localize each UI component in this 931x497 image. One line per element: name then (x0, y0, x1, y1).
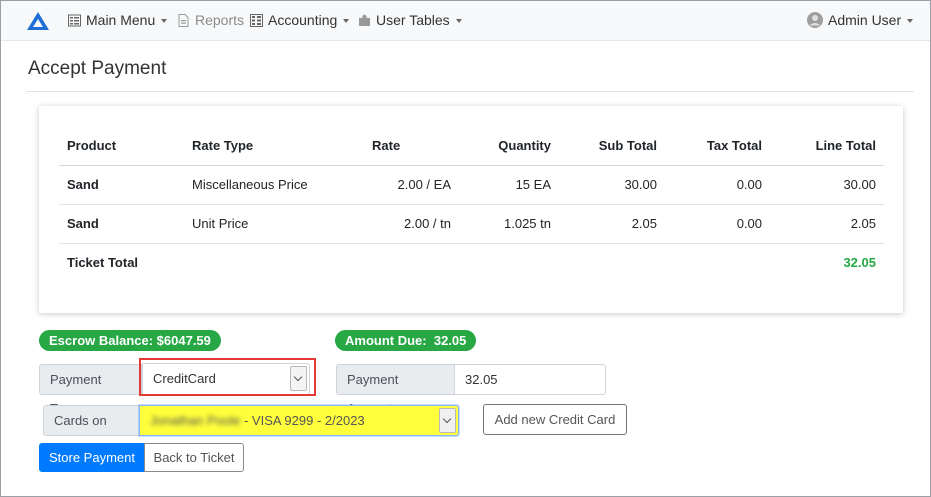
cards-on-file-addon: Cards on File (43, 405, 140, 457)
ticket-total-label: Ticket Total (59, 242, 184, 282)
escrow-balance-value: $6047.59 (156, 333, 211, 348)
main-menu-dropdown[interactable]: Main Menu (68, 12, 168, 28)
cell-line-total: 30.00 (770, 164, 884, 204)
cell-product: Sand (59, 164, 184, 204)
page-title: Accept Payment (28, 58, 167, 79)
calculator-grid-icon (250, 13, 263, 27)
table-row: Sand Unit Price 2.00 / tn 1.025 tn 2.05 … (59, 203, 884, 243)
chevron-down-icon (161, 18, 168, 23)
payment-type-addon: Payment Type (39, 364, 142, 416)
table-row: Sand Miscellaneous Price 2.00 / EA 15 EA… (59, 164, 884, 204)
payment-amount-addon: Payment Amount (336, 364, 455, 416)
cell-tax-total: 0.00 (665, 164, 770, 204)
chevron-down-icon (907, 18, 914, 23)
app-logo-icon[interactable] (27, 12, 49, 30)
back-to-ticket-button[interactable]: Back to Ticket (144, 443, 244, 472)
cell-line-total: 2.05 (770, 203, 884, 243)
payment-amount-value: 32.05 (465, 372, 498, 387)
add-credit-card-button[interactable]: Add new Credit Card (483, 404, 627, 435)
user-account-dropdown[interactable]: Admin User (807, 12, 914, 28)
ticket-total-row: Ticket Total 32.05 (59, 242, 884, 282)
cell-quantity: 1.025 tn (459, 203, 559, 243)
header-line-total: Line Total (815, 137, 876, 153)
user-tables-label: User Tables (376, 12, 450, 28)
cardholder-name-redacted: Jonathan Poole (150, 413, 241, 428)
header-quantity: Quantity (498, 137, 551, 153)
user-tables-dropdown[interactable]: User Tables (358, 12, 462, 28)
header-rate-type: Rate Type (192, 137, 254, 153)
amount-due-value: 32.05 (433, 333, 467, 348)
cell-sub-total: 2.05 (559, 203, 665, 243)
cell-rate-type: Unit Price (184, 203, 364, 243)
user-name-label: Admin User (828, 12, 902, 28)
ticket-lines-table: Product Rate Type Rate Quantity Sub Tota… (59, 126, 884, 282)
cell-tax-total: 0.00 (665, 203, 770, 243)
escrow-balance-badge: Escrow Balance: $6047.59 (39, 330, 221, 351)
title-divider (26, 91, 914, 92)
cell-rate: 2.00 / EA (364, 164, 459, 204)
reports-label: Reports (195, 12, 245, 28)
payment-amount-input[interactable]: 32.05 (454, 364, 606, 395)
header-rate: Rate (372, 137, 401, 153)
cell-rate-type: Miscellaneous Price (184, 164, 364, 204)
amount-due-badge: Amount Due: 32.05 (335, 330, 477, 351)
store-payment-button[interactable]: Store Payment (39, 443, 145, 472)
header-tax-total: Tax Total (706, 137, 762, 153)
card-details: - VISA 9299 - 2/2023 (240, 413, 365, 428)
payment-type-highlight-box (139, 358, 316, 396)
cell-sub-total: 30.00 (559, 164, 665, 204)
ticket-lines-card: Product Rate Type Rate Quantity Sub Tota… (39, 106, 903, 313)
user-avatar-icon (807, 12, 823, 28)
header-sub-total: Sub Total (598, 137, 657, 153)
accounting-dropdown[interactable]: Accounting (250, 12, 350, 28)
cell-quantity: 15 EA (459, 164, 559, 204)
cards-on-file-select[interactable]: Jonathan Poole - VISA 9299 - 2/2023 (139, 405, 459, 436)
header-product: Product (67, 137, 117, 153)
chevron-down-icon[interactable] (439, 408, 456, 433)
cell-rate: 2.00 / tn (364, 203, 459, 243)
top-navbar: Main Menu Reports Accounting User Tables (1, 1, 930, 41)
report-document-icon (178, 13, 189, 27)
puzzle-icon (359, 14, 370, 26)
main-menu-label: Main Menu (86, 12, 156, 28)
menu-list-icon (68, 14, 81, 26)
chevron-down-icon (343, 18, 350, 23)
escrow-balance-label: Escrow Balance: (49, 333, 154, 348)
cell-product: Sand (59, 203, 184, 243)
accounting-label: Accounting (268, 12, 338, 28)
reports-link[interactable]: Reports (177, 12, 244, 28)
table-header-row: Product Rate Type Rate Quantity Sub Tota… (59, 126, 884, 165)
amount-due-label: Amount Due: (345, 333, 427, 348)
chevron-down-icon (455, 18, 462, 23)
ticket-total-value: 32.05 (770, 242, 884, 282)
